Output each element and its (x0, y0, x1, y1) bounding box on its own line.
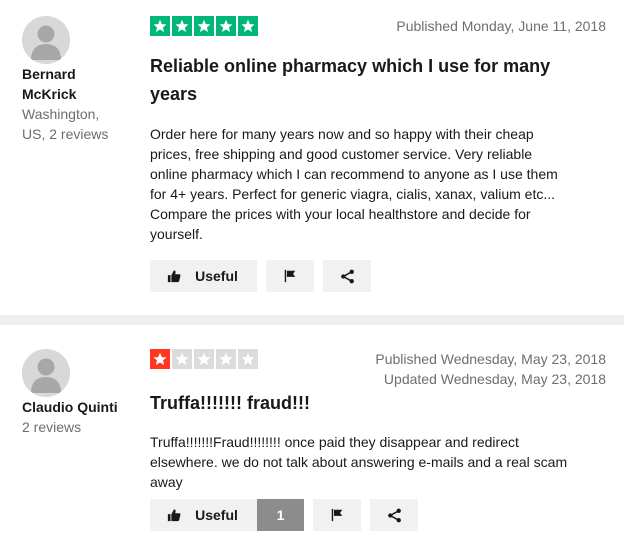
star-icon (150, 16, 170, 36)
star-icon (216, 349, 236, 369)
review-separator (0, 315, 624, 325)
star-icon (238, 16, 258, 36)
reviewer-name-line: Claudio Quinti (22, 399, 118, 415)
useful-label: Useful (195, 507, 238, 523)
useful-button[interactable]: Useful (150, 499, 257, 531)
flag-icon (284, 269, 296, 283)
review-body-line: prices, free shipping and good customer … (150, 146, 533, 162)
star-icon (194, 349, 214, 369)
review-body-line: away (150, 474, 183, 490)
review-body-line: for 4+ years. Perfect for generic viagra… (150, 186, 556, 202)
useful-button[interactable]: Useful (150, 260, 257, 292)
star-icon (238, 349, 258, 369)
star-icon (150, 349, 170, 369)
thumbs-up-icon (167, 270, 181, 283)
star-icon (172, 16, 192, 36)
star-icon (172, 349, 192, 369)
published-date: Published Monday, June 11, 2018 (396, 18, 606, 34)
reviewer-name[interactable]: Claudio Quinti (22, 397, 118, 417)
flag-button[interactable] (266, 260, 314, 292)
useful-count-badge: 1 (257, 499, 304, 531)
reviewer-meta: Washington, US, 2 reviews (22, 104, 108, 144)
review-body-line: online pharmacy which I can recommend to… (150, 166, 558, 182)
reviewer-location: Washington, (22, 106, 100, 122)
review-body-line: Order here for many years now and so hap… (150, 126, 534, 142)
reviewer-name[interactable]: Bernard McKrick (22, 64, 76, 104)
review-body-line: elsewhere. we do not talk about answerin… (150, 454, 568, 470)
review-title[interactable]: Truffa!!!!!!! fraud!!! (150, 389, 590, 417)
reviewer-meta: 2 reviews (22, 417, 81, 437)
useful-group: Useful 1 (150, 499, 304, 531)
review-card: Bernard McKrick Washington, US, 2 review… (0, 0, 624, 315)
review-body-line: Compare the prices with your local healt… (150, 206, 531, 222)
star-rating (150, 349, 258, 369)
share-button[interactable] (370, 499, 418, 531)
avatar[interactable] (22, 16, 70, 64)
share-button[interactable] (323, 260, 371, 292)
flag-button[interactable] (313, 499, 361, 531)
useful-label: Useful (195, 268, 238, 284)
review-actions: Useful (150, 260, 371, 292)
star-icon (216, 16, 236, 36)
reviewer-name-line: McKrick (22, 86, 77, 102)
updated-date: Updated Wednesday, May 23, 2018 (383, 371, 606, 387)
share-icon (340, 269, 354, 283)
review-title[interactable]: Reliable online pharmacy which I use for… (150, 52, 590, 108)
review-title-line: Reliable online pharmacy which I use for… (150, 56, 551, 76)
review-body-line: Truffa!!!!!!!Fraud!!!!!!!! once paid the… (150, 434, 519, 450)
review-title-line: years (150, 84, 198, 104)
review-body-line: yourself. (150, 226, 203, 242)
reviewer-name-line: Bernard (22, 66, 76, 82)
flag-icon (331, 508, 343, 522)
user-avatar-icon (22, 16, 70, 64)
published-date: Published Wednesday, May 23, 2018 (375, 351, 606, 367)
star-icon (194, 16, 214, 36)
reviewer-review-count: US, 2 reviews (22, 126, 109, 142)
review-card: Claudio Quinti 2 reviews Published Wedne… (0, 325, 624, 551)
star-rating (150, 16, 258, 36)
reviewer-review-count: 2 reviews (22, 419, 82, 435)
review-body: Order here for many years now and so hap… (150, 124, 605, 244)
review-body: Truffa!!!!!!!Fraud!!!!!!!! once paid the… (150, 432, 605, 492)
user-avatar-icon (22, 349, 70, 397)
review-actions: Useful 1 (150, 499, 418, 531)
thumbs-up-icon (167, 509, 181, 522)
share-icon (387, 508, 401, 522)
avatar[interactable] (22, 349, 70, 397)
